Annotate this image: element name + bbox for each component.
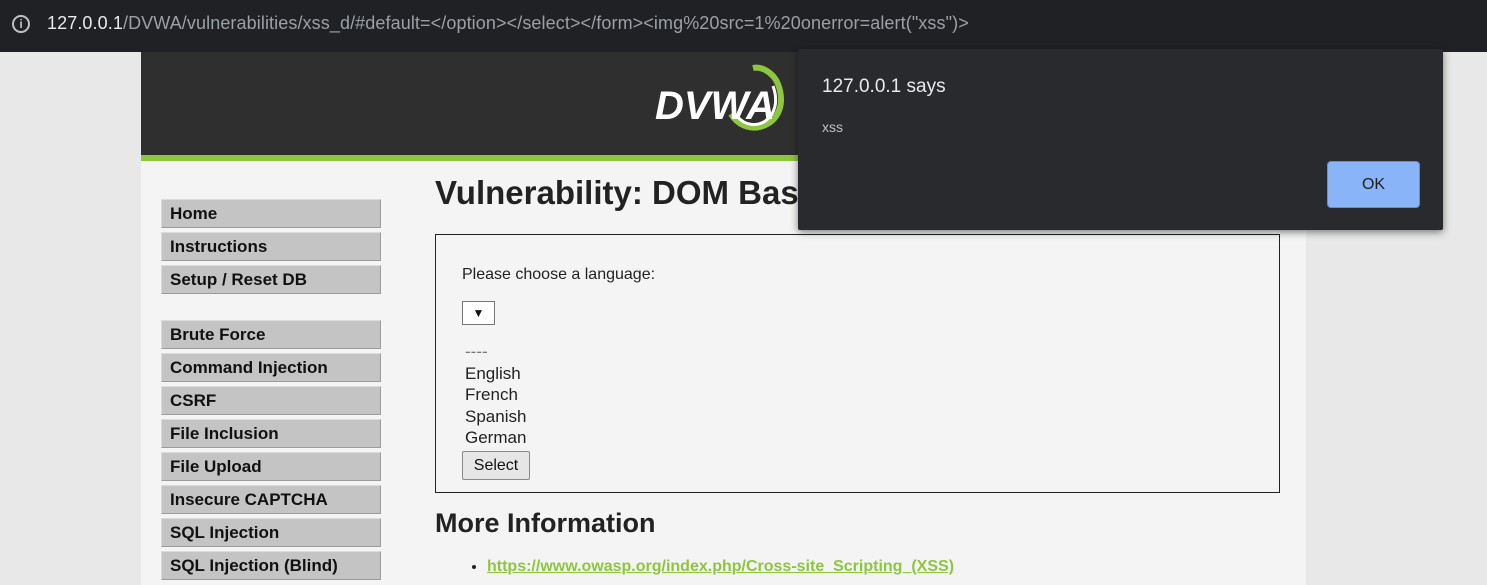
more-info-links: https://www.owasp.org/index.php/Cross-si… — [469, 558, 954, 579]
select-button[interactable]: Select — [462, 451, 530, 480]
option-german: German — [465, 428, 527, 448]
option-spanish: Spanish — [465, 406, 527, 426]
menu-gap — [161, 298, 381, 320]
menu-item-setup-reset-db[interactable]: Setup / Reset DB — [161, 265, 381, 294]
address-bar[interactable]: i 127.0.0.1/DVWA/vulnerabilities/xss_d/#… — [0, 0, 1487, 52]
ok-button[interactable]: OK — [1327, 161, 1420, 208]
menu-item-command-injection[interactable]: Command Injection — [161, 353, 381, 382]
menu-item-file-upload[interactable]: File Upload — [161, 452, 381, 481]
menu-item-csrf[interactable]: CSRF — [161, 386, 381, 415]
list-item: https://www.owasp.org/index.php/Cross-si… — [487, 558, 954, 576]
menu-item-file-inclusion[interactable]: File Inclusion — [161, 419, 381, 448]
sidebar-menu: Home Instructions Setup / Reset DB Brute… — [161, 199, 381, 584]
option-english: English — [465, 363, 521, 383]
chevron-down-icon: ▼ — [472, 306, 485, 320]
dialog-message: xss — [822, 119, 843, 135]
dialog-title: 127.0.0.1 says — [822, 76, 946, 97]
owasp-xss-link[interactable]: https://www.owasp.org/index.php/Cross-si… — [487, 558, 954, 575]
menu-item-sql-injection[interactable]: SQL Injection — [161, 518, 381, 547]
menu-item-sql-injection-blind[interactable]: SQL Injection (Blind) — [161, 551, 381, 580]
alert-dialog: 127.0.0.1 says xss OK — [798, 49, 1443, 230]
dvwa-logo: DVWA — [655, 64, 784, 131]
logo-text: DVWA — [655, 84, 775, 128]
language-select[interactable]: ▼ — [462, 301, 495, 325]
option-placeholder: ---- — [465, 342, 488, 361]
option-french: French — [465, 385, 518, 405]
info-icon[interactable]: i — [12, 15, 30, 33]
injected-options-list: ---- English French Spanish German — [465, 341, 526, 449]
url-host: 127.0.0.1 — [47, 13, 123, 33]
menu-item-insecure-captcha[interactable]: Insecure CAPTCHA — [161, 485, 381, 514]
language-prompt: Please choose a language: — [462, 266, 656, 283]
menu-item-brute-force[interactable]: Brute Force — [161, 320, 381, 349]
menu-item-home[interactable]: Home — [161, 199, 381, 228]
more-info-heading: More Information — [435, 508, 656, 538]
url-path: /DVWA/vulnerabilities/xss_d/#default=</o… — [122, 13, 969, 33]
menu-item-instructions[interactable]: Instructions — [161, 232, 381, 261]
vulnerable-code-area: Please choose a language: ▼ ---- English… — [435, 234, 1280, 493]
url-text[interactable]: 127.0.0.1/DVWA/vulnerabilities/xss_d/#de… — [47, 13, 969, 34]
